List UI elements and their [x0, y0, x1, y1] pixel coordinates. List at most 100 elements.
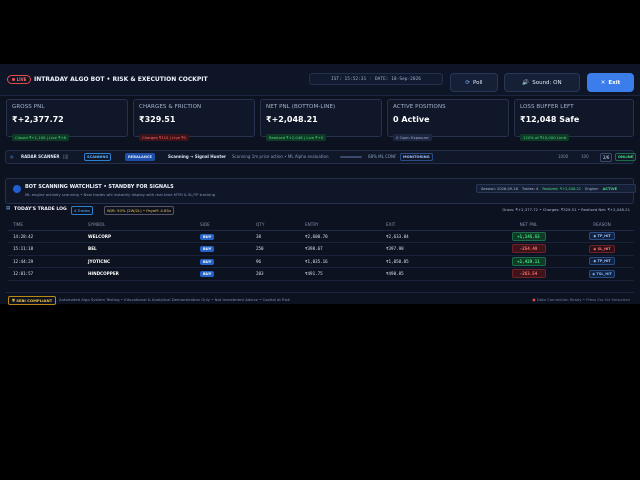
clock-display: IST: 15:52:31 | DATE: 18-Sep-2026	[309, 73, 443, 85]
trade-entry: ₹2,600.70	[300, 230, 381, 243]
confidence-text: 68% ML CONF	[368, 154, 397, 159]
table-row[interactable]: 12:44:29 JYOTICNC BUY 96 ₹1,035.16 ₹1,050.85 +…	[8, 255, 634, 268]
trade-qty: 38	[251, 230, 300, 243]
live-dot-icon	[11, 78, 15, 81]
card-net-pnl: NET PNL (BOTTOM-LINE) ₹+2,048.21 Realize…	[260, 99, 382, 141]
trade-symbol: JYOTICNC	[83, 255, 195, 268]
pnl-badge: -263.54	[511, 269, 546, 279]
table-row[interactable]: 12:01:57 HINDCOPPER BUY 203 ₹491.75 ₹490.85 -2…	[8, 267, 634, 281]
info-icon	[13, 185, 21, 193]
speaker-icon: 🔊	[522, 79, 530, 86]
trade-pnl-cell: +1,429.11	[487, 255, 565, 268]
trade-exit: ₹490.85	[381, 267, 487, 281]
target-icon: ◉	[592, 271, 596, 276]
side-badge: BUY	[200, 258, 215, 265]
side-badge: BUY	[200, 271, 215, 278]
trade-log-summary: Gross: ₹+2,377.72 • Charges: ₹329.51 • R…	[502, 207, 630, 212]
trade-log-header: ▤ TODAY'S TRADE LOG 4 Trades W/R: 50% (2…	[6, 205, 634, 215]
hunter-text: Scanning → Signal Hunter	[168, 154, 226, 159]
card-charges: CHARGES & FRICTION ₹329.51 Charges ₹110 …	[133, 99, 255, 141]
side-badge: BUY	[200, 246, 215, 253]
pnl-badge: +1,145.55	[511, 231, 546, 241]
close-icon: ✕	[600, 79, 606, 86]
shield-icon: ⛨	[12, 298, 15, 303]
trade-symbol: BEL	[83, 242, 195, 256]
scanning-pill: SCANNING	[84, 153, 112, 161]
online-status: ONLINE	[615, 153, 637, 161]
trade-qty: 250	[251, 242, 300, 256]
trade-exit: ₹1,050.85	[381, 255, 487, 268]
connection-status: ● Data Connection Ready • Press Esc for …	[532, 297, 630, 302]
poll-button[interactable]: ⟳ Poll	[450, 73, 498, 92]
reason-badge: ◉ TSL_HIT	[589, 269, 615, 278]
page-title: INTRADAY ALGO BOT • RISK & EXECUTION COC…	[34, 76, 208, 83]
card-loss-buffer: LOSS BUFFER LEFT ₹12,048 Safe 120% of ₹1…	[514, 99, 634, 141]
disclaimer-text: Automated Algo System Testing • Educatio…	[59, 297, 290, 302]
exit-button[interactable]: ✕ Exit	[587, 73, 634, 92]
monitoring-pill: MONITORING	[400, 153, 433, 161]
phase-pill: REBALANCE	[125, 153, 155, 161]
winrate-badge: W/R: 50% (2W/2L) • Payoff: 4.85x	[104, 206, 175, 215]
scan-count: 2/6	[600, 153, 613, 162]
table-row[interactable]: 14:28:42 WELCORP BUY 38 ₹2,600.70 ₹2,633.04 +1…	[8, 230, 634, 243]
header-bar: LIVE INTRADAY ALGO BOT • RISK & EXECUTIO…	[0, 64, 640, 96]
watchlist-subtitle: ML engine actively scanning • New trades…	[25, 192, 216, 197]
table-row[interactable]: 15:11:18 BEL BUY 250 ₹398.67 ₹397.98 -254.49 ◉ …	[8, 242, 634, 256]
trade-pnl-cell: +1,145.55	[487, 230, 565, 243]
trade-time: 12:44:29	[8, 255, 83, 268]
trade-log-body: 14:28:42 WELCORP BUY 38 ₹2,600.70 ₹2,633.04 +1…	[8, 230, 634, 281]
date-display: DATE: 18-Sep-2026	[374, 76, 421, 82]
trade-side-cell: BUY	[195, 267, 251, 281]
reason-badge: ◉ TP_HIT	[589, 232, 615, 241]
engine-status: ACTIVE	[602, 186, 618, 191]
table-header-row: TIME SYMBOL SIDE QTY ENTRY EXIT NET PNL …	[8, 220, 634, 231]
trading-cockpit: LIVE INTRADAY ALGO BOT • RISK & EXECUTIO…	[0, 64, 640, 305]
refresh-rate-1: 1000	[558, 154, 569, 159]
trade-qty: 203	[251, 267, 300, 281]
trade-exit: ₹2,633.04	[381, 230, 487, 243]
trade-side-cell: BUY	[195, 255, 251, 268]
scanner-detail: Scanning 1m price action • ML Alpha eval…	[232, 154, 329, 159]
trade-time: 12:01:57	[8, 267, 83, 281]
target-icon: ◉	[593, 259, 597, 264]
trade-reason-cell: ◉ TP_HIT	[565, 255, 634, 268]
pnl-badge: -254.49	[511, 244, 546, 254]
trade-time: 15:11:18	[8, 242, 83, 256]
radar-scanner-bar: ◎ RADAR SCANNER |||| SCANNING REBALANCE …	[5, 150, 637, 164]
log-icon: ▤	[6, 206, 11, 211]
trade-symbol: WELCORP	[83, 230, 195, 243]
side-badge: BUY	[200, 233, 215, 240]
footer: ⛨ SEBI COMPLIANT Automated Algo System T…	[5, 292, 634, 305]
trade-symbol: HINDCOPPER	[83, 267, 195, 281]
refresh-rate-2: 100	[581, 154, 589, 159]
refresh-icon: ⟳	[465, 79, 471, 86]
trade-time: 14:28:42	[8, 230, 83, 243]
card-active-positions: ACTIVE POSITIONS 0 Active 0 Open Exposur…	[387, 99, 509, 141]
status-dot-icon: ●	[532, 297, 536, 302]
signal-bars-icon: ||||	[63, 154, 69, 159]
reason-badge: ◉ SL_HIT	[589, 244, 615, 253]
reason-badge: ◉ TP_HIT	[589, 257, 615, 266]
trade-reason-cell: ◉ TP_HIT	[565, 230, 634, 243]
watchlist-panel: BOT SCANNING WATCHLIST • STANDBY FOR SIG…	[5, 178, 636, 204]
sound-toggle-button[interactable]: 🔊 Sound: ON	[504, 73, 580, 92]
card-gross-pnl: GROSS PNL ₹+2,377.72 Closed ₹+1,100 | Li…	[6, 99, 128, 141]
watchlist-title: BOT SCANNING WATCHLIST • STANDBY FOR SIG…	[25, 184, 174, 190]
session-summary: Session: 2026-09-18 Trades: 4 Realized: …	[476, 184, 636, 193]
target-icon: ◉	[593, 234, 597, 239]
scanner-label: RADAR SCANNER	[21, 154, 60, 159]
trade-pnl-cell: -254.49	[487, 242, 565, 256]
trade-count-badge: 4 Trades	[71, 206, 93, 215]
trade-pnl-cell: -263.54	[487, 267, 565, 281]
trade-entry: ₹398.67	[300, 242, 381, 256]
ist-time: IST: 15:52:31	[330, 76, 367, 82]
radar-icon: ◎	[10, 154, 14, 159]
trade-entry: ₹491.75	[300, 267, 381, 281]
live-badge: LIVE	[7, 75, 31, 84]
target-icon: ◉	[593, 246, 597, 251]
trade-log-table: TIME SYMBOL SIDE QTY ENTRY EXIT NET PNL …	[8, 220, 634, 281]
trade-reason-cell: ◉ SL_HIT	[565, 242, 634, 256]
sebi-badge: ⛨ SEBI COMPLIANT	[8, 296, 57, 305]
trade-side-cell: BUY	[195, 242, 251, 256]
trade-entry: ₹1,035.16	[300, 255, 381, 268]
